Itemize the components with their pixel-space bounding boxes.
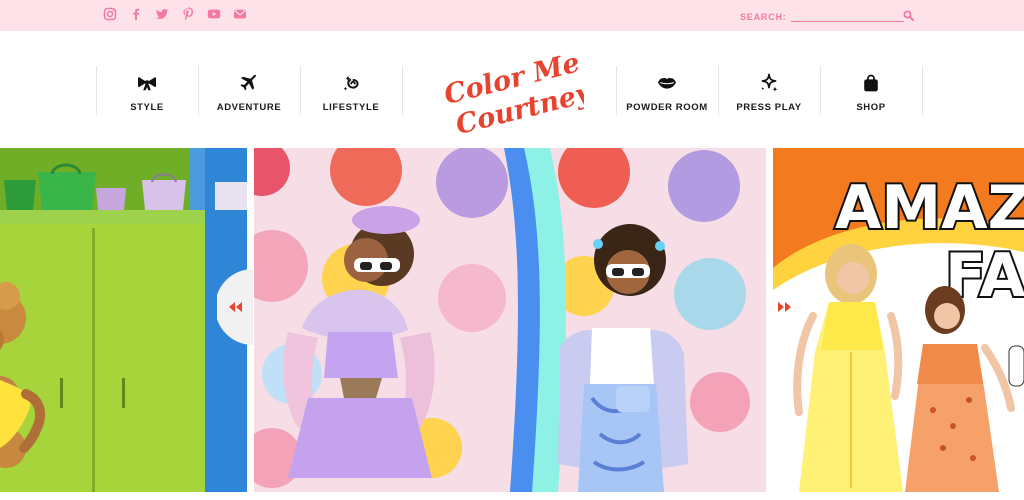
slide-image [254, 148, 766, 492]
nav-item-lifestyle[interactable]: LIFESTYLE [300, 66, 402, 115]
slide-image [0, 148, 247, 492]
nav-label: PRESS PLAY [736, 102, 802, 113]
search-input[interactable] [790, 9, 904, 22]
bow-icon [137, 73, 157, 93]
youtube-icon[interactable] [207, 7, 221, 21]
slide-overlay-line1: AMAZ [835, 173, 1024, 243]
slide-amazon-fashion[interactable]: AMAZ FA [773, 148, 1024, 492]
nav-divider [922, 66, 923, 115]
social-links [103, 7, 247, 21]
nav-label: ADVENTURE [216, 102, 282, 113]
site-logo[interactable]: Color Me Courtney [438, 47, 597, 141]
nav-item-press-play[interactable]: PRESS PLAY [718, 66, 820, 115]
carousel-prev-button[interactable] [217, 269, 253, 345]
nav-label: STYLE [130, 102, 164, 113]
sparkle-swirl-icon [341, 73, 361, 93]
nav-label: SHOP [856, 102, 886, 113]
top-bar: SEARCH: [0, 0, 1024, 31]
twitter-icon[interactable] [155, 7, 169, 21]
slide-image: AMAZ FA [773, 148, 1024, 492]
search-form: SEARCH: [740, 9, 914, 22]
nav-item-adventure[interactable]: ADVENTURE [198, 66, 300, 115]
rewind-icon [217, 269, 253, 345]
nav-label: LIFESTYLE [322, 102, 380, 113]
slide-pastel-outfits[interactable] [254, 148, 766, 492]
nav-label: POWDER ROOM [626, 102, 708, 113]
carousel-next-button[interactable] [773, 269, 809, 345]
nav-item-shop[interactable]: SHOP [820, 66, 922, 115]
nav-divider [402, 66, 403, 115]
featured-carousel: AMAZ FA [0, 148, 1024, 500]
facebook-icon[interactable] [129, 7, 143, 21]
main-nav: STYLE ADVENTURE LIFESTYLE Color Me Court… [0, 31, 1024, 148]
airplane-icon [239, 73, 259, 93]
pinterest-icon[interactable] [181, 7, 195, 21]
slide-purses-closet[interactable] [0, 148, 247, 492]
search-icon[interactable] [903, 8, 914, 21]
sparkles-icon [759, 73, 779, 93]
lips-icon [657, 73, 677, 93]
fast-forward-icon [778, 302, 791, 312]
shopping-bag-icon [861, 73, 881, 93]
instagram-icon[interactable] [103, 7, 117, 21]
nav-item-powder-room[interactable]: POWDER ROOM [616, 66, 718, 115]
email-icon[interactable] [233, 7, 247, 21]
search-label: SEARCH: [740, 12, 787, 22]
logo-wordmark: Color Me Courtney [441, 47, 597, 141]
nav-item-style[interactable]: STYLE [96, 66, 198, 115]
